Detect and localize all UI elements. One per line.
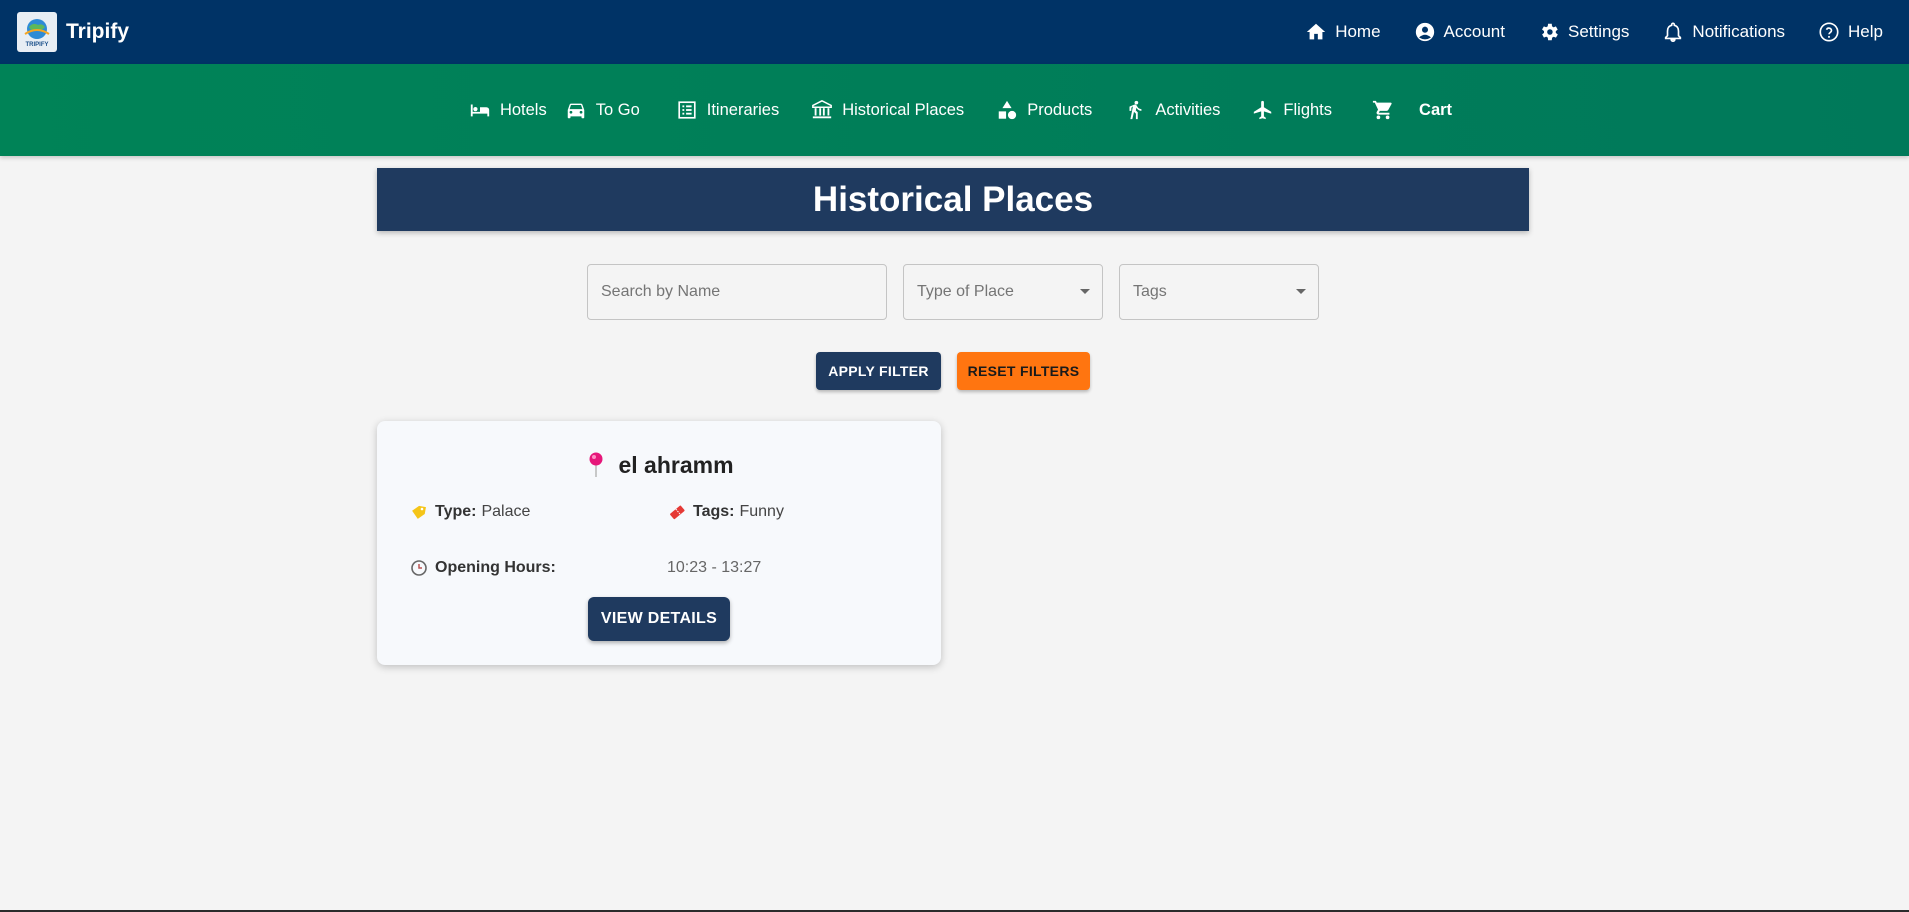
category-historical-places-label: Historical Places [842, 100, 965, 119]
logo-text: TRIPIFY [25, 42, 48, 48]
apply-filter-button[interactable]: APPLY FILTER [816, 352, 941, 390]
category-flights[interactable]: Flights [1252, 99, 1332, 121]
nav-account[interactable]: Account [1414, 21, 1505, 43]
car-icon [565, 99, 587, 121]
help-circle-icon [1818, 21, 1840, 43]
museum-icon [811, 99, 833, 121]
category-cart[interactable]: Cart [1372, 99, 1452, 121]
top-app-bar: TRIPIFY Tripify Home Account Settings No… [0, 0, 1909, 64]
place-type-value: Palace [481, 503, 531, 520]
brand[interactable]: TRIPIFY Tripify [17, 12, 129, 52]
nav-notifications-label: Notifications [1692, 22, 1786, 41]
place-type: Type: Palace [410, 503, 530, 521]
category-activities[interactable]: Activities [1124, 99, 1220, 121]
ticket-icon [668, 503, 686, 521]
category-activities-label: Activities [1155, 100, 1221, 119]
nav-help[interactable]: Help [1818, 21, 1883, 43]
nav-account-label: Account [1443, 22, 1505, 41]
nav-notifications[interactable]: Notifications [1662, 21, 1785, 43]
category-nav: Hotels To Go Itineraries Historical Plac… [453, 99, 1468, 121]
place-opening-hours: Opening Hours: [410, 559, 561, 577]
place-name: el ahramm [618, 451, 734, 478]
bell-icon [1662, 21, 1684, 43]
account-circle-icon [1414, 21, 1436, 43]
category-to-go-label: To Go [595, 100, 640, 119]
opening-hours-label: Opening Hours: [435, 559, 556, 576]
category-historical-places[interactable]: Historical Places [811, 99, 964, 121]
tags-placeholder: Tags [1133, 283, 1167, 300]
type-of-place-placeholder: Type of Place [917, 283, 1014, 300]
bed-icon [469, 99, 491, 121]
category-products-label: Products [1027, 100, 1093, 119]
category-hotels-label: Hotels [499, 100, 547, 119]
view-details-button[interactable]: VIEW DETAILS [588, 597, 730, 641]
category-hotels[interactable]: Hotels [469, 99, 547, 121]
place-tags: Tags: Funny [668, 503, 784, 521]
category-products[interactable]: Products [996, 99, 1092, 121]
place-type-label: Type: [435, 503, 477, 520]
home-icon [1305, 21, 1327, 43]
shapes-icon [996, 99, 1018, 121]
gear-icon [1538, 21, 1560, 43]
chevron-down-icon [1296, 289, 1306, 294]
nav-settings[interactable]: Settings [1538, 21, 1629, 43]
list-icon [676, 99, 698, 121]
place-tags-label: Tags: [693, 503, 735, 520]
top-nav: Home Account Settings Notifications Help [1272, 0, 1909, 64]
nav-home-label: Home [1335, 22, 1381, 41]
pushpin-icon [586, 451, 606, 479]
clock-icon [410, 559, 428, 577]
tag-icon [410, 503, 428, 521]
category-to-go[interactable]: To Go [565, 99, 640, 121]
search-field[interactable] [587, 264, 887, 320]
category-itineraries[interactable]: Itineraries [676, 99, 779, 121]
chevron-down-icon [1080, 289, 1090, 294]
category-itineraries-label: Itineraries [706, 100, 780, 119]
search-input[interactable] [601, 283, 873, 301]
tripify-logo: TRIPIFY [17, 12, 57, 52]
page-header: Historical Places [377, 168, 1529, 231]
place-tags-value: Funny [739, 503, 784, 520]
nav-help-label: Help [1848, 22, 1883, 41]
airplane-icon [1252, 99, 1274, 121]
reset-filters-button[interactable]: RESET FILTERS [957, 352, 1090, 390]
place-card-title: el ahramm [377, 451, 941, 479]
category-bar: Hotels To Go Itineraries Historical Plac… [0, 64, 1909, 156]
type-of-place-select[interactable]: Type of Place [903, 264, 1103, 320]
nav-home[interactable]: Home [1305, 21, 1381, 43]
cart-icon [1372, 99, 1394, 121]
app-name: Tripify [66, 20, 130, 43]
place-card: el ahramm Type: Palace Tags: Funny Openi… [377, 421, 941, 665]
opening-hours-text: 10:23 - 13:27 [667, 559, 762, 576]
category-flights-label: Flights [1283, 100, 1333, 119]
tags-select[interactable]: Tags [1119, 264, 1319, 320]
nav-settings-label: Settings [1567, 22, 1630, 41]
opening-hours-value: 10:23 - 13:27 [667, 559, 761, 577]
running-icon [1124, 99, 1146, 121]
category-cart-label: Cart [1419, 100, 1453, 119]
page-title: Historical Places [812, 179, 1094, 219]
